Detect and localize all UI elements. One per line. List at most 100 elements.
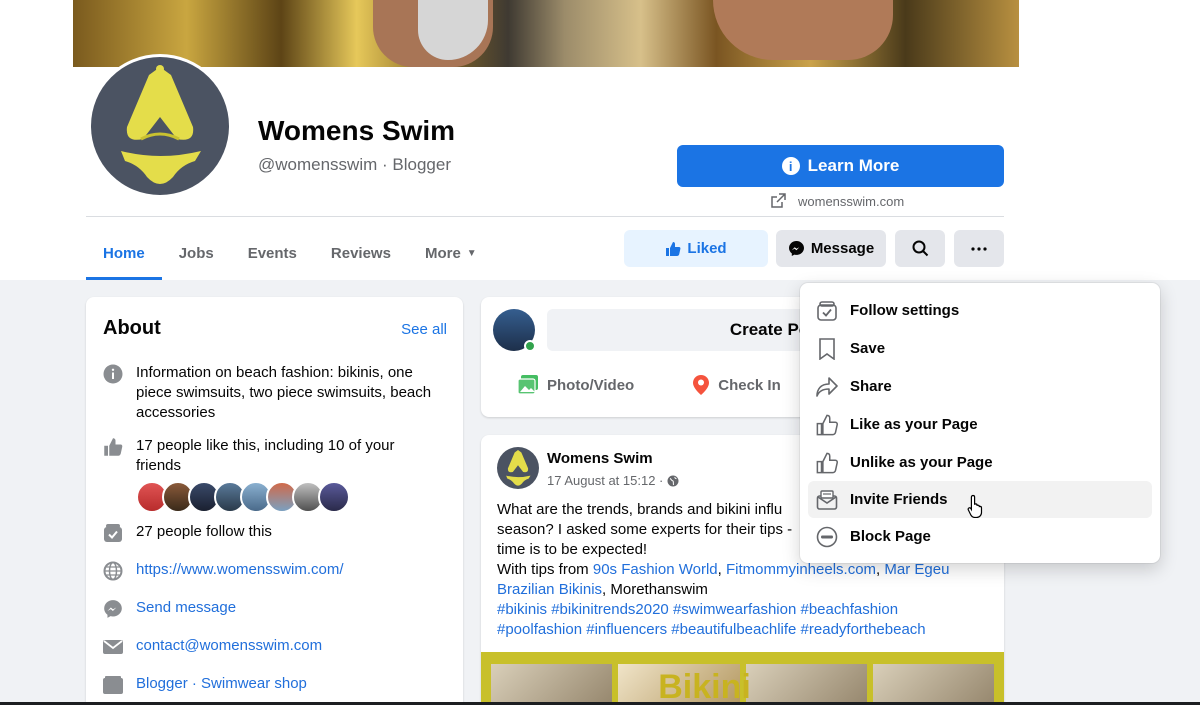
image-tile [872, 664, 994, 705]
globe-icon [667, 475, 679, 486]
email-link[interactable]: contact@womensswim.com [136, 636, 436, 658]
learn-more-label: Learn More [807, 156, 900, 175]
photo-video-label: Photo/Video [547, 376, 635, 394]
thumbs-up-icon [102, 436, 124, 458]
website-label: womensswim.com [798, 193, 905, 209]
tab-more[interactable]: More ▼ [408, 230, 494, 276]
menu-item-save[interactable]: Save [808, 330, 1152, 367]
tag-link[interactable]: 90s Fashion World [593, 561, 718, 578]
about-card: About See all Information on beach fashi… [86, 297, 463, 705]
tab-jobs[interactable]: Jobs [162, 230, 231, 276]
block-icon [816, 526, 838, 548]
liked-label: Liked [687, 240, 727, 257]
post-author-avatar[interactable] [497, 447, 539, 489]
follow-settings-icon [816, 300, 838, 322]
post-date-text: 17 August at 15:12 · [547, 473, 664, 488]
message-label: Message [810, 240, 875, 257]
thumbs-up-icon [666, 241, 681, 256]
info-icon: i [781, 157, 800, 175]
friends-avatars[interactable] [136, 481, 350, 513]
page-tabs: Home Jobs Events Reviews More ▼ [86, 230, 494, 280]
page-profile-picture[interactable] [88, 54, 232, 198]
avatar[interactable] [318, 481, 350, 513]
post-tips-line: Brazilian Bikinis, Morethanswim [497, 580, 992, 600]
search-icon [912, 240, 928, 257]
send-message-link[interactable]: Send message [136, 598, 436, 620]
tab-home[interactable]: Home [86, 230, 162, 280]
image-tile [745, 664, 867, 705]
info-icon [102, 363, 124, 385]
follow-settings-icon [102, 522, 124, 544]
menu-item-block-page[interactable]: Block Page [808, 518, 1152, 555]
globe-icon [102, 560, 124, 582]
menu-item-label: Share [850, 378, 892, 395]
ellipsis-icon [971, 246, 987, 251]
search-button[interactable] [895, 230, 945, 267]
tab-home-label: Home [103, 245, 145, 262]
hashtags-line[interactable]: #poolfashion #influencers #beautifulbeac… [497, 620, 992, 640]
about-likes-row: 17 people like this, including 10 of you… [102, 436, 436, 476]
menu-item-share[interactable]: Share [808, 368, 1152, 405]
tips-prefix: With tips from [497, 561, 593, 578]
see-all-link[interactable]: See all [401, 321, 447, 338]
header-divider [86, 216, 1004, 217]
message-button[interactable]: Message [776, 230, 886, 267]
about-title: About [103, 317, 161, 339]
menu-item-label: Block Page [850, 528, 931, 545]
online-status-dot [524, 340, 536, 352]
menu-item-follow-settings[interactable]: Follow settings [808, 292, 1152, 329]
bikini-logo-icon [506, 450, 531, 486]
post-timestamp[interactable]: 17 August at 15:12 · [547, 473, 679, 488]
tab-jobs-label: Jobs [178, 244, 214, 262]
create-post-label: Create Po [729, 320, 810, 339]
menu-item-label: Like as your Page [850, 416, 978, 433]
about-categories-row: Blogger · Swimwear shop [102, 674, 436, 696]
about-follows-row: 27 people follow this [102, 522, 436, 544]
photo-video-button[interactable]: Photo/Video [517, 374, 634, 396]
create-post-actions: Photo/Video Check In [517, 374, 781, 396]
tab-reviews[interactable]: Reviews [314, 230, 408, 276]
tips-suffix: , Morethanswim [602, 581, 708, 598]
tag-link[interactable]: Mar Egeu [884, 561, 949, 578]
envelope-icon [102, 636, 124, 658]
hashtags-line[interactable]: #bikinis #bikinitrends2020 #swimwearfash… [497, 600, 992, 620]
check-in-button[interactable]: Check In [692, 374, 781, 396]
website-link[interactable]: womensswim.com [770, 193, 904, 209]
cover-photo[interactable] [73, 0, 1019, 67]
about-likes: 17 people like this, including 10 of you… [136, 437, 395, 474]
about-follows: 27 people follow this [136, 523, 272, 540]
menu-item-label: Save [850, 340, 886, 357]
tab-more-label: More [424, 244, 461, 262]
about-website-link[interactable]: https://www.womensswim.com/ [136, 560, 436, 582]
photo-video-icon [517, 375, 538, 395]
more-options-button[interactable] [954, 230, 1004, 267]
thumbs-up-icon [816, 414, 838, 436]
page-options-menu: Follow settings Save Share Like as your … [800, 283, 1160, 563]
tab-events-label: Events [247, 244, 297, 262]
learn-more-button[interactable]: i Learn More [677, 145, 1004, 187]
avatar[interactable] [493, 309, 536, 352]
tab-events[interactable]: Events [231, 230, 314, 276]
post-image[interactable]: Bikini [481, 652, 1004, 705]
check-in-label: Check In [718, 376, 781, 394]
post-image-title: Bikini [658, 668, 751, 705]
page-handle-category: @womensswim · Blogger [258, 155, 451, 174]
post-author-name[interactable]: Womens Swim [547, 450, 653, 467]
messenger-icon [788, 241, 804, 256]
thumbs-up-icon [816, 452, 838, 474]
caret-down-icon: ▼ [466, 247, 477, 259]
share-icon [816, 376, 838, 398]
bookmark-icon [816, 337, 838, 360]
tag-link[interactable]: Brazilian Bikinis [497, 581, 602, 598]
about-description: Information on beach fashion: bikinis, o… [136, 364, 432, 421]
post-tips-line: With tips from 90s Fashion World, Fitmom… [497, 561, 950, 578]
liked-button[interactable]: Liked [624, 230, 768, 267]
page-title: Womens Swim [258, 115, 456, 146]
menu-item-like-as-page[interactable]: Like as your Page [808, 406, 1152, 443]
image-tile [491, 664, 613, 705]
menu-item-label: Invite Friends [850, 491, 948, 508]
categories-link[interactable]: Blogger · Swimwear shop [136, 674, 436, 696]
tag-link[interactable]: Fitmommyinheels.com [726, 561, 876, 578]
menu-item-unlike-as-page[interactable]: Unlike as your Page [808, 444, 1152, 481]
about-email-row: contact@womensswim.com [102, 636, 436, 658]
